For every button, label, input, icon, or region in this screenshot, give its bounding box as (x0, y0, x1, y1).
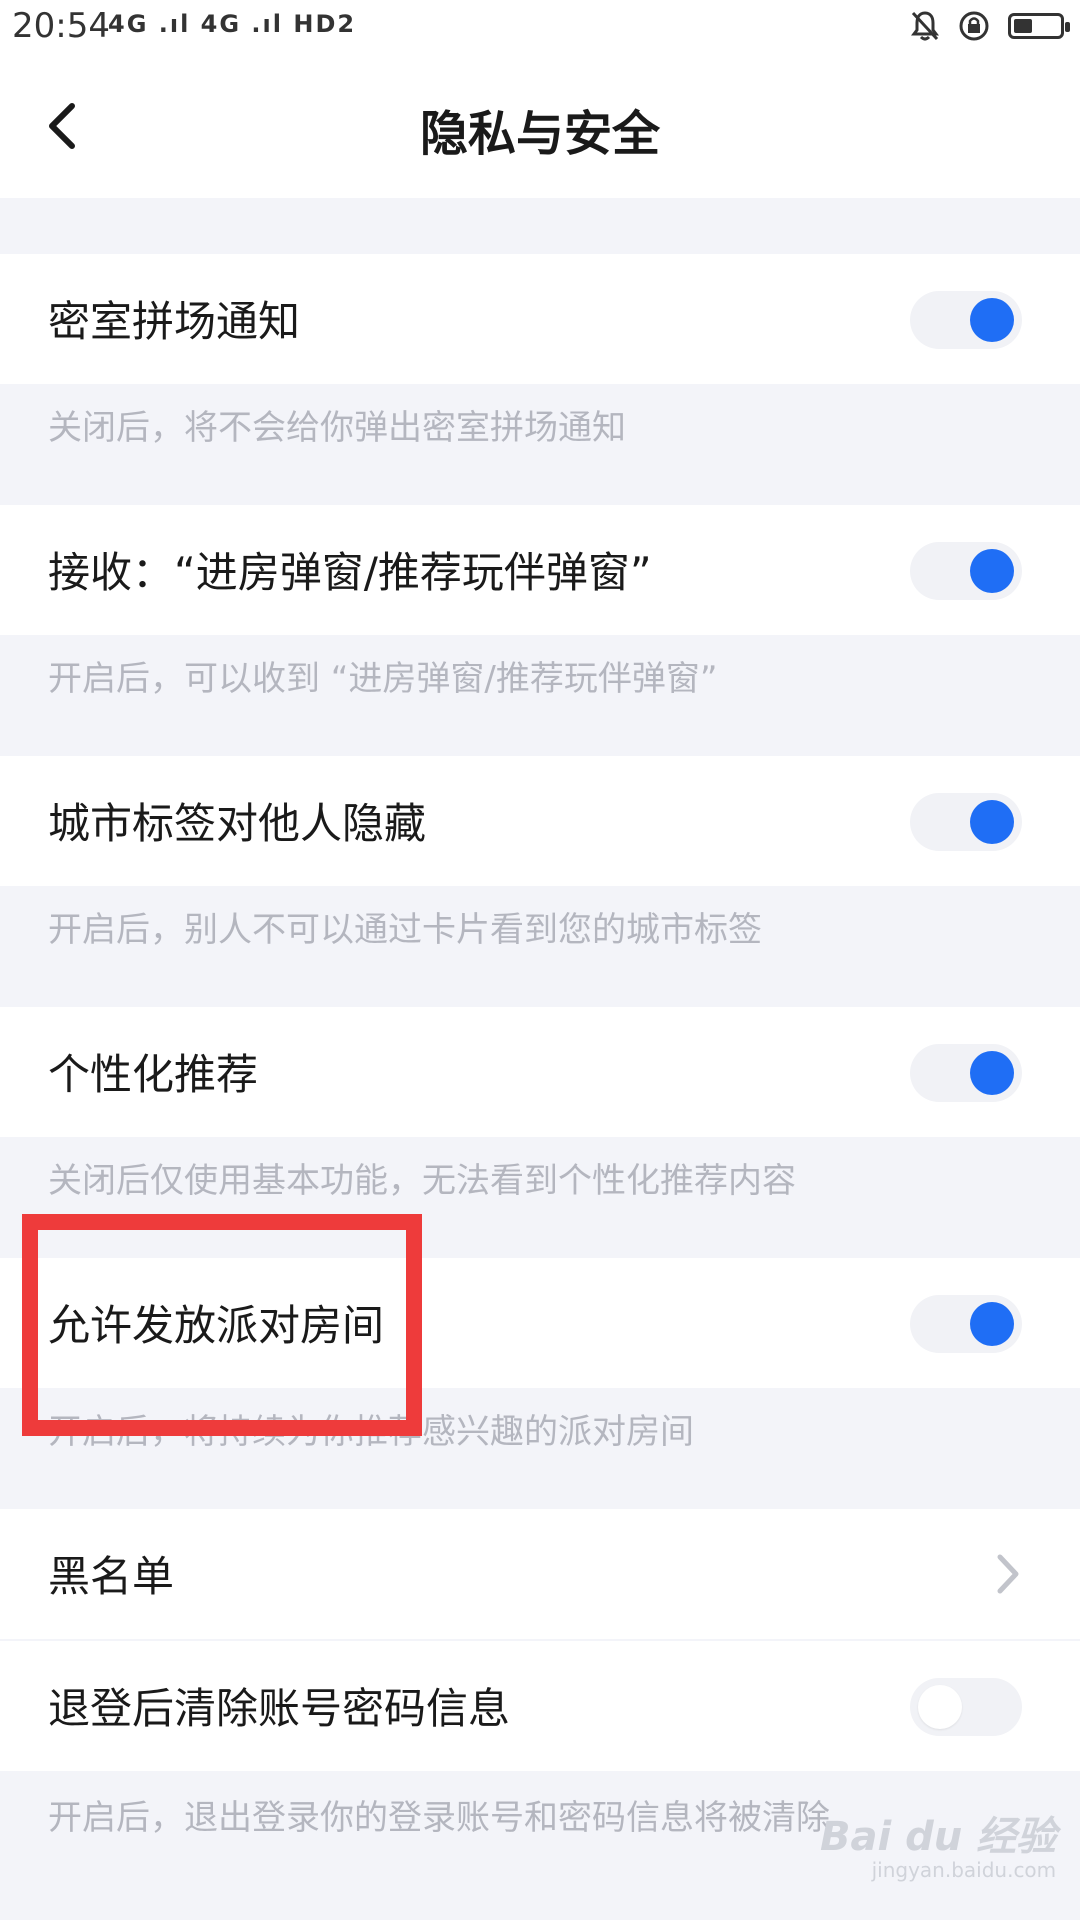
personalized-recommend-toggle[interactable] (910, 1044, 1022, 1102)
toggle-knob (970, 298, 1014, 342)
toggle-knob (970, 800, 1014, 844)
setting-description: 开启后，退出登录你的登录账号和密码信息将被清除 (48, 1798, 830, 1838)
toggle-knob (970, 549, 1014, 593)
setting-label: 密室拼场通知 (48, 297, 301, 346)
setting-description: 开启后，可以收到 “进房弹窗/推荐玩伴弹窗” (48, 659, 718, 699)
signal-wifi-icons: 4G .ıl 4G .ıl HD2 (108, 10, 357, 38)
toggle-knob (918, 1685, 962, 1729)
watermark-logo: Bai du 经验 (820, 1814, 1057, 1860)
setting-label: 个性化推荐 (48, 1050, 259, 1099)
baidu-watermark: Bai du 经验 jingyan.baidu.com (820, 1804, 1056, 1882)
toggle-knob (970, 1302, 1014, 1346)
setting-description: 关闭后仅使用基本功能，无法看到个性化推荐内容 (48, 1161, 796, 1201)
status-right-icons (910, 10, 1070, 42)
status-time: 20:54 (12, 6, 110, 46)
chevron-right-icon (997, 1554, 1019, 1594)
blacklist-row[interactable]: 黑名单 (0, 1509, 1080, 1639)
party-room-toggle[interactable] (910, 1295, 1022, 1353)
setting-description: 开启后，别人不可以通过卡片看到您的城市标签 (48, 910, 762, 950)
setting-label: 接收：“进房弹窗/推荐玩伴弹窗” (48, 548, 652, 597)
setting-row-escape-room-notice: 密室拼场通知 (0, 254, 1080, 384)
setting-label: 退登后清除账号密码信息 (48, 1684, 511, 1733)
setting-description: 关闭后，将不会给你弹出密室拼场通知 (48, 408, 626, 448)
rotation-lock-icon (959, 11, 989, 41)
setting-row-room-popup: 接收：“进房弹窗/推荐玩伴弹窗” (0, 505, 1080, 635)
setting-row-personalized-recommend: 个性化推荐 (0, 1007, 1080, 1137)
clear-account-toggle[interactable] (910, 1678, 1022, 1736)
setting-row-clear-account: 退登后清除账号密码信息 (0, 1641, 1080, 1771)
battery-icon (1008, 13, 1070, 39)
setting-row-hide-city-tag: 城市标签对他人隐藏 (0, 756, 1080, 886)
blacklist-label: 黑名单 (48, 1552, 175, 1601)
hide-city-tag-toggle[interactable] (910, 793, 1022, 851)
setting-label: 城市标签对他人隐藏 (48, 799, 427, 848)
highlight-box (22, 1214, 422, 1436)
bell-off-icon (911, 11, 939, 41)
escape-room-notice-toggle[interactable] (910, 291, 1022, 349)
nav-header: 隐私与安全 (0, 56, 1080, 198)
toggle-knob (970, 1051, 1014, 1095)
page-title: 隐私与安全 (419, 106, 660, 162)
room-popup-toggle[interactable] (910, 542, 1022, 600)
status-bar: 20:54 4G .ıl 4G .ıl HD2 (0, 0, 1080, 56)
